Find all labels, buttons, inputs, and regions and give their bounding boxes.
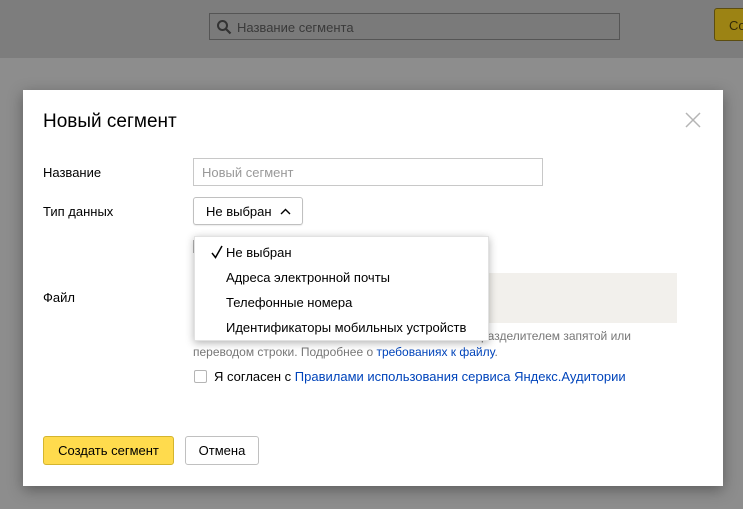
- hint-text-tail: разделителем запятой или: [481, 329, 631, 343]
- agree-prefix: Я согласен с: [214, 369, 295, 384]
- dropdown-option-emails[interactable]: Адреса электронной почты: [226, 270, 390, 285]
- segment-name-input[interactable]: [193, 158, 543, 186]
- search-placeholder: Название сегмента: [237, 20, 354, 35]
- file-label: Файл: [43, 290, 75, 305]
- hint-text-prefix: переводом строки. Подробнее о: [193, 345, 377, 359]
- segment-search-input[interactable]: Название сегмента: [209, 13, 620, 40]
- dropdown-option-mobile-ids[interactable]: Идентификаторы мобильных устройств: [226, 320, 466, 335]
- data-type-label: Тип данных: [43, 204, 114, 219]
- checkmark-icon: [211, 245, 223, 259]
- dropdown-option-phones[interactable]: Телефонные номера: [226, 295, 352, 310]
- data-type-select[interactable]: Не выбран: [193, 197, 303, 225]
- dropdown-option-not-selected[interactable]: Не выбран: [226, 245, 292, 260]
- name-label: Название: [43, 165, 102, 180]
- chevron-up-icon: [280, 208, 291, 214]
- data-type-dropdown: Не выбран Адреса электронной почты Телеф…: [194, 236, 489, 341]
- terms-link[interactable]: Правилами использования сервиса Яндекс.А…: [295, 369, 626, 384]
- data-type-selected-value: Не выбран: [206, 203, 272, 219]
- create-segment-button[interactable]: Создать сегмент: [43, 436, 174, 465]
- close-icon[interactable]: [685, 112, 701, 128]
- create-segment-header-button[interactable]: Со: [714, 8, 743, 41]
- dialog-title: Новый сегмент: [43, 111, 177, 132]
- hint-text-end: .: [494, 345, 498, 359]
- agree-terms-checkbox[interactable]: [194, 370, 207, 383]
- agree-terms-text: Я согласен с Правилами использования сер…: [214, 369, 626, 384]
- search-icon: [217, 20, 232, 35]
- cancel-button[interactable]: Отмена: [185, 436, 259, 465]
- file-requirements-link[interactable]: требованиях к файлу: [376, 345, 494, 359]
